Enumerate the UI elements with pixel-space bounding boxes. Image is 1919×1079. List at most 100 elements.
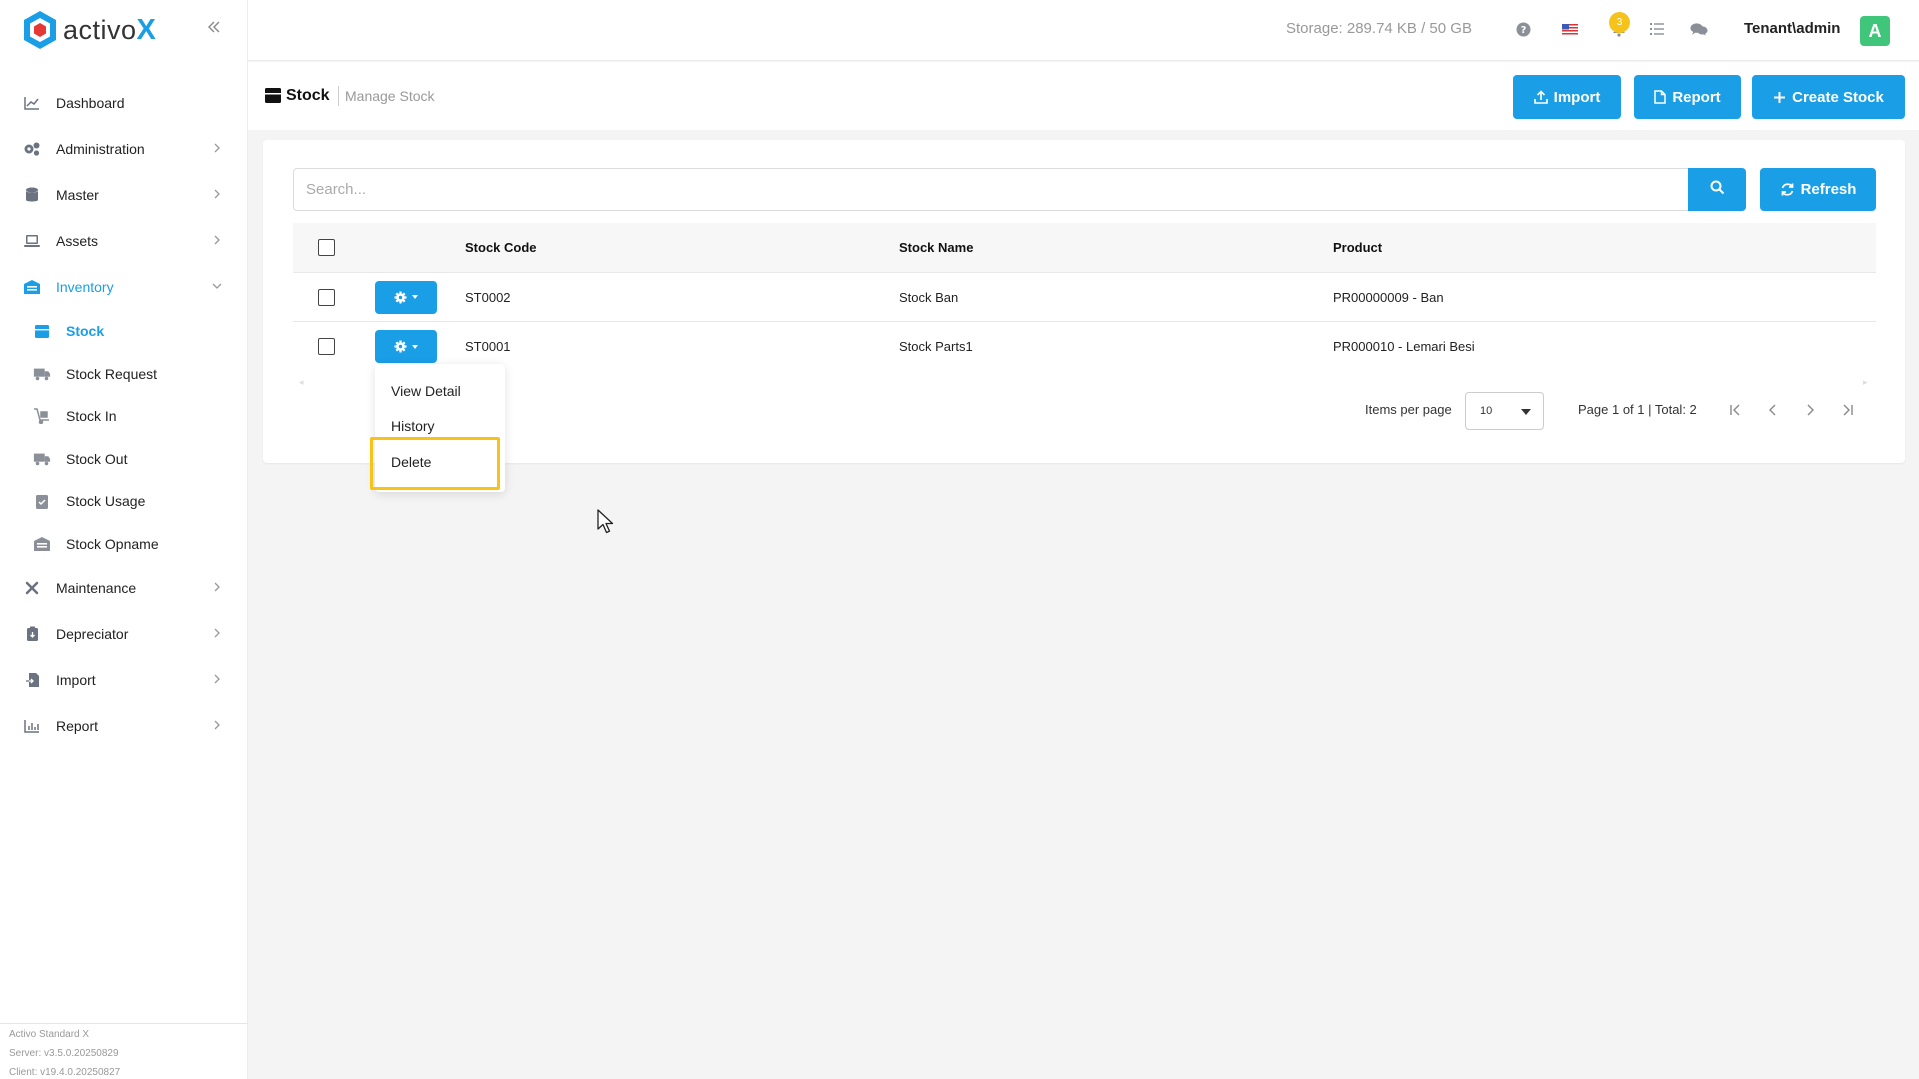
search-button[interactable] (1688, 168, 1746, 211)
gear-icon (394, 291, 407, 304)
scroll-right-icon[interactable]: ▸ (1863, 377, 1871, 387)
row-actions-button[interactable] (375, 280, 437, 314)
table-row[interactable]: ST0001 Stock Parts1 PR000010 - Lemari Be… (293, 322, 1876, 371)
gear-icon (394, 340, 407, 353)
sidebar-sub-label: Stock Usage (66, 493, 146, 510)
search-input[interactable] (293, 168, 1688, 211)
row-checkbox[interactable] (318, 338, 335, 355)
warehouse-icon (33, 535, 51, 553)
avatar[interactable]: A (1860, 16, 1890, 46)
page-header: Stock Manage Stock Import Report Create … (248, 62, 1919, 130)
notification-badge: 3 (1609, 12, 1630, 33)
clipboard-down-icon (22, 624, 42, 644)
last-page-icon[interactable] (1837, 400, 1857, 420)
select-all-checkbox[interactable] (318, 239, 335, 256)
sidebar-item-dashboard[interactable]: Dashboard (0, 80, 248, 126)
sidebar-item-administration[interactable]: Administration (0, 126, 248, 172)
page-title: Stock (286, 87, 330, 104)
sidebar-item-assets[interactable]: Assets (0, 218, 248, 264)
scroll-left-icon[interactable]: ◂ (299, 377, 307, 387)
import-button-label: Import (1553, 88, 1601, 106)
first-page-icon[interactable] (1726, 400, 1746, 420)
items-per-page-select[interactable]: 10 (1465, 392, 1544, 430)
page-info: Page 1 of 1 | Total: 2 (1578, 402, 1697, 417)
cell-stock-name: Stock Ban (899, 289, 959, 305)
sidebar-item-label: Depreciator (56, 626, 129, 642)
prev-page-icon[interactable] (1763, 400, 1783, 420)
sidebar-item-report[interactable]: Report (0, 703, 248, 749)
logo-x: X (136, 13, 156, 46)
create-stock-button[interactable]: Create Stock (1752, 75, 1905, 119)
task-list-icon[interactable] (1648, 20, 1666, 38)
sidebar-item-stock-usage[interactable]: Stock Usage (0, 480, 248, 523)
row-actions-button[interactable] (375, 330, 437, 363)
sidebar-item-stock-out[interactable]: Stock Out (0, 438, 248, 481)
chevron-right-icon (210, 626, 224, 640)
refresh-button[interactable]: Refresh (1760, 168, 1876, 211)
logo-text: activo (63, 14, 137, 45)
row-checkbox[interactable] (318, 288, 335, 306)
warehouse-icon (22, 277, 42, 297)
sidebar-item-stock[interactable]: Stock (0, 310, 248, 353)
import-button[interactable]: Import (1513, 75, 1621, 119)
header-product[interactable]: Product (1333, 223, 1382, 272)
sidebar-sub-label: Stock Request (66, 365, 158, 382)
header-stock-code[interactable]: Stock Code (465, 223, 537, 272)
database-icon (22, 185, 42, 205)
next-page-icon[interactable] (1800, 400, 1820, 420)
page-subtitle: Manage Stock (345, 88, 435, 104)
sidebar-item-inventory[interactable]: Inventory (0, 264, 248, 310)
refresh-button-label: Refresh (1800, 181, 1857, 198)
sidebar-item-label: Assets (56, 233, 99, 249)
chevron-right-icon (210, 580, 224, 594)
sidebar-item-import[interactable]: Import (0, 657, 248, 703)
chat-icon[interactable] (1690, 20, 1708, 38)
report-button[interactable]: Report (1634, 75, 1741, 119)
menu-item-history[interactable]: History (391, 418, 435, 434)
sidebar-item-maintenance[interactable]: Maintenance (0, 565, 248, 611)
sidebar-sub-label: Stock Out (66, 450, 128, 467)
refresh-icon (1780, 182, 1795, 197)
upload-icon (1533, 90, 1548, 104)
chevron-down-icon (210, 279, 224, 293)
us-flag-icon[interactable] (1561, 20, 1579, 38)
storage-usage: Storage: 289.74 KB / 50 GB (1286, 20, 1472, 37)
cell-stock-name: Stock Parts1 (899, 339, 973, 354)
help-icon[interactable]: ? (1514, 20, 1532, 38)
logo-hexagon-icon (24, 11, 56, 49)
app-logo[interactable]: activo X (22, 10, 156, 50)
table-header: Stock Code Stock Name Product (293, 223, 1876, 273)
header-stock-name[interactable]: Stock Name (899, 223, 973, 272)
cell-product: PR00000009 - Ban (1333, 289, 1444, 305)
plus-icon (1773, 91, 1786, 104)
stock-table: Stock Code Stock Name Product ST0002 Sto… (293, 223, 1876, 371)
chevron-right-icon (210, 718, 224, 732)
sidebar-item-label: Import (56, 672, 96, 688)
sidebar: activo X Dashboard Administration Master … (0, 0, 248, 1079)
version-divider (0, 1023, 248, 1024)
sidebar-item-label: Maintenance (56, 580, 137, 596)
sidebar-item-depreciator[interactable]: Depreciator (0, 611, 248, 657)
sidebar-item-stock-in[interactable]: Stock In (0, 395, 248, 438)
sidebar-item-stock-request[interactable]: Stock Request (0, 353, 248, 396)
sidebar-item-label: Report (56, 718, 99, 734)
file-import-icon (22, 670, 42, 690)
menu-item-view-detail[interactable]: View Detail (391, 383, 461, 399)
sidebar-item-label: Inventory (56, 279, 114, 295)
user-name[interactable]: Tenant\admin (1744, 20, 1840, 37)
version-info: Activo Standard X Server: v3.5.0.2025082… (9, 1025, 120, 1079)
search-icon (1710, 180, 1725, 200)
caret-down-icon (412, 295, 418, 299)
collapse-sidebar-icon[interactable] (204, 17, 224, 37)
clipboard-check-icon (33, 492, 51, 510)
chart-bar-icon (22, 716, 42, 736)
sidebar-item-stock-opname[interactable]: Stock Opname (0, 523, 248, 566)
gears-icon (22, 139, 42, 159)
cell-product: PR000010 - Lemari Besi (1333, 339, 1475, 354)
box-icon (33, 322, 51, 340)
server-version: Server: v3.5.0.20250829 (9, 1048, 119, 1059)
dolly-icon (33, 407, 51, 425)
client-version: Client: v19.4.0.20250827 (9, 1067, 121, 1078)
table-row[interactable]: ST0002 Stock Ban PR00000009 - Ban (293, 273, 1876, 322)
sidebar-item-master[interactable]: Master (0, 172, 248, 218)
